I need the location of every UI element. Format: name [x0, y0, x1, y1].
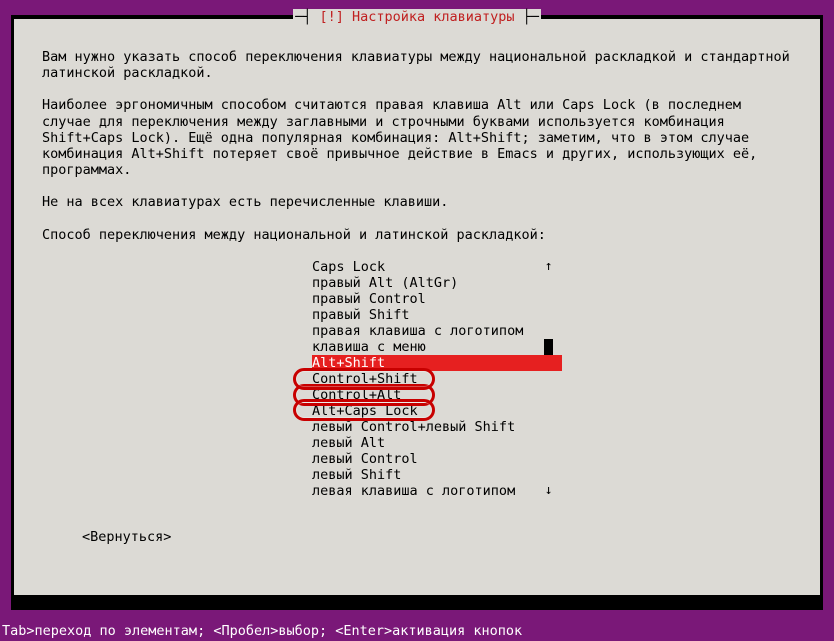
list-item[interactable]: Caps Lock [312, 259, 562, 275]
list-item[interactable]: правый Shift [312, 307, 562, 323]
list-item[interactable]: левый Alt [312, 435, 562, 451]
list-item[interactable]: левая клавиша с логотипом [312, 483, 562, 499]
scrollbar[interactable]: ↑ ↓ [544, 259, 553, 499]
scroll-up-arrow-icon[interactable]: ↑ [544, 259, 553, 275]
list-item[interactable]: клавиша с меню [312, 339, 562, 355]
list-item-selected[interactable]: Alt+Shift [312, 355, 562, 371]
list-item[interactable]: правый Alt (AltGr) [312, 275, 562, 291]
prompt-label: Способ переключения между национальной и… [42, 227, 792, 243]
border-segment-right: ├─ [515, 9, 539, 25]
list-item[interactable]: левый Control [312, 451, 562, 467]
keyboard-config-dialog: ─┤ [!] Настройка клавиатуры ├─ Вам нужно… [13, 18, 821, 596]
dialog-content: Вам нужно указать способ переключения кл… [14, 19, 820, 549]
list-item[interactable]: Control+Alt [312, 387, 562, 403]
status-bar-hints: Tab>переход по элементам; <Пробел>выбор;… [0, 623, 522, 639]
dialog-title-bar: ─┤ [!] Настройка клавиатуры ├─ [14, 9, 820, 25]
list-item[interactable]: левый Control+левый Shift [312, 419, 562, 435]
scroll-thumb[interactable] [544, 339, 553, 355]
list-item[interactable]: правая клавиша с логотипом [312, 323, 562, 339]
scroll-down-arrow-icon[interactable]: ↓ [544, 483, 553, 499]
list-item[interactable]: левый Shift [312, 467, 562, 483]
back-button[interactable]: <Вернуться> [82, 529, 171, 545]
layout-switch-options-list[interactable]: Caps Lock правый Alt (AltGr) правый Cont… [312, 259, 562, 499]
dialog-title: [!] Настройка клавиатуры [319, 9, 514, 25]
instruction-paragraph-3: Не на всех клавиатурах есть перечисленны… [42, 194, 792, 210]
list-item[interactable]: Control+Shift [312, 371, 562, 387]
list-item[interactable]: правый Control [312, 291, 562, 307]
border-segment-left: ─┤ [295, 9, 319, 25]
instruction-paragraph-2: Наиболее эргономичным способом считаются… [42, 97, 792, 178]
list-item[interactable]: Alt+Caps Lock [312, 403, 562, 419]
instruction-paragraph-1: Вам нужно указать способ переключения кл… [42, 49, 792, 81]
